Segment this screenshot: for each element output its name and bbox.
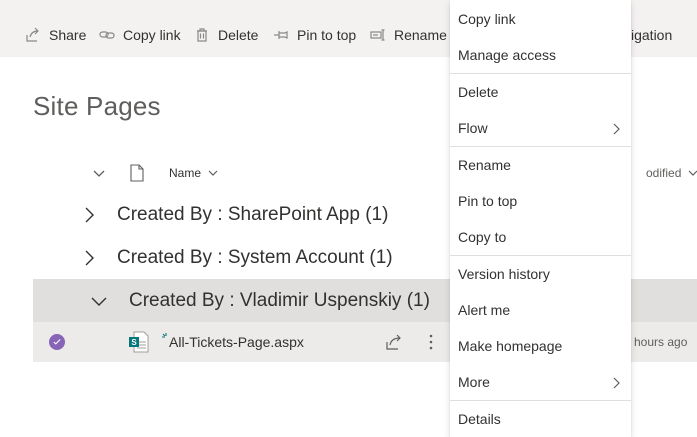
sharepoint-page-icon: S (129, 331, 149, 353)
collapse-all-chevron-icon[interactable] (91, 165, 107, 181)
menu-item-details[interactable]: Details (450, 401, 631, 437)
link-icon (98, 26, 116, 44)
menu-item-label: Details (458, 411, 501, 427)
copy-link-label: Copy link (123, 27, 181, 43)
menu-item-pin-to-top[interactable]: Pin to top (450, 183, 631, 219)
group-label: Created By : Vladimir Uspenskiy (1) (129, 289, 430, 311)
group-label: Created By : System Account (1) (117, 246, 393, 268)
share-label: Share (49, 27, 87, 43)
menu-item-flow[interactable]: Flow (450, 110, 631, 146)
more-options-icon[interactable] (424, 332, 438, 352)
menu-item-version-history[interactable]: Version history (450, 256, 631, 292)
menu-item-alert-me[interactable]: Alert me (450, 292, 631, 328)
chevron-down-icon (687, 167, 697, 179)
menu-item-more[interactable]: More (450, 364, 631, 400)
delete-label: Delete (218, 27, 259, 43)
name-column-header[interactable]: Name (169, 166, 219, 180)
navigation-command[interactable]: igation (631, 15, 672, 55)
trash-icon (193, 26, 211, 44)
pin-to-top-label: Pin to top (297, 27, 357, 43)
menu-item-label: Copy link (458, 11, 516, 27)
menu-item-label: Alert me (458, 302, 511, 318)
rename-command[interactable]: Rename (369, 15, 447, 55)
navigation-label: igation (631, 27, 673, 43)
menu-item-label: Make homepage (458, 338, 563, 354)
menu-item-label: Version history (458, 266, 550, 282)
menu-item-label: More (458, 374, 490, 390)
pin-to-top-command[interactable]: Pin to top (272, 15, 356, 55)
file-type-icon[interactable] (129, 164, 145, 182)
chevron-right-icon (611, 122, 621, 135)
modified-value: hours ago (634, 335, 688, 349)
menu-item-label: Pin to top (458, 193, 518, 209)
pin-icon (272, 26, 290, 44)
chevron-right-icon (611, 376, 621, 389)
page-title: Site Pages (33, 91, 161, 121)
chevron-right-icon[interactable] (79, 248, 99, 268)
modified-column-label: odified (646, 166, 682, 180)
menu-item-rename[interactable]: Rename (450, 147, 631, 183)
context-menu: Copy link Manage access Delete Flow Rena… (450, 0, 631, 437)
menu-item-label: Rename (458, 157, 511, 173)
menu-item-label: Copy to (458, 229, 507, 245)
share-command[interactable]: Share (24, 15, 86, 55)
group-label: Created By : SharePoint App (1) (117, 203, 389, 225)
menu-item-copy-link[interactable]: Copy link (450, 1, 631, 37)
rename-icon (369, 26, 387, 44)
menu-item-make-homepage[interactable]: Make homepage (450, 328, 631, 364)
name-column-label: Name (169, 166, 202, 180)
copy-link-command[interactable]: Copy link (98, 15, 181, 55)
menu-item-label: Delete (458, 84, 499, 100)
checkmark-icon[interactable] (49, 334, 65, 350)
file-name-link[interactable]: All-Tickets-Page.aspx (169, 334, 304, 350)
share-icon (24, 26, 42, 44)
svg-text:S: S (131, 338, 137, 347)
menu-item-copy-to[interactable]: Copy to (450, 219, 631, 255)
modified-column-header[interactable]: odified (646, 166, 697, 180)
rename-label: Rename (394, 27, 447, 43)
menu-item-label: Manage access (458, 47, 557, 63)
share-icon[interactable] (385, 333, 403, 351)
delete-command[interactable]: Delete (193, 15, 258, 55)
chevron-right-icon[interactable] (79, 205, 99, 225)
chevron-down-icon (207, 167, 219, 179)
menu-item-delete[interactable]: Delete (450, 74, 631, 110)
chevron-down-icon[interactable] (89, 291, 109, 311)
menu-item-manage-access[interactable]: Manage access (450, 37, 631, 73)
menu-item-label: Flow (458, 120, 488, 136)
